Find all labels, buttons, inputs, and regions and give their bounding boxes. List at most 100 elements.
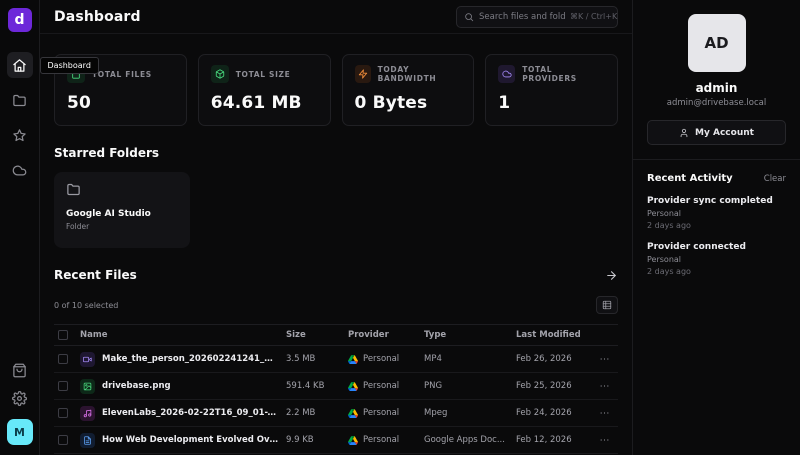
row-actions-icon[interactable]: ⋯ <box>592 435 618 446</box>
file-type: PNG <box>424 381 516 391</box>
table-toolbar: 0 of 10 selected <box>54 296 618 314</box>
drive-provider-icon <box>348 436 358 445</box>
file-name: Make_the_person_202602241241_wkkxb.mp4 <box>102 354 280 364</box>
file-type: Google Apps Doc... <box>424 435 516 445</box>
app-logo: d <box>8 8 32 32</box>
file-size: 591.4 KB <box>286 381 348 391</box>
row-actions-icon[interactable]: ⋯ <box>592 381 618 392</box>
column-header-type[interactable]: Type <box>424 330 516 340</box>
search-bar[interactable]: ⌘K / Ctrl+K <box>456 6 618 28</box>
table-row[interactable]: Make_the_person_202602241241_wkkxb.mp4 3… <box>54 346 618 373</box>
row-checkbox[interactable] <box>58 408 68 418</box>
recent-activity-header: Recent Activity Clear <box>647 173 786 184</box>
provider-name: Personal <box>363 408 399 418</box>
search-icon <box>464 12 474 22</box>
stat-label: TODAY BANDWIDTH <box>378 65 462 83</box>
sidebar-item-files[interactable] <box>7 87 33 113</box>
table-row[interactable]: How Web Development Evolved Over Time 9.… <box>54 427 618 454</box>
stat-cards: TOTAL FILES 50 TOTAL SIZE 64.61 MB <box>54 54 618 126</box>
activity-title-text: Provider connected <box>647 242 786 252</box>
user-icon <box>679 128 689 138</box>
main-area: Dashboard ⌘K / Ctrl+K TOTAL FILES <box>40 0 632 455</box>
file-name: ElevenLabs_2026-02-22T16_09_01-Victoria … <box>102 408 280 418</box>
column-header-size[interactable]: Size <box>286 330 348 340</box>
row-checkbox[interactable] <box>58 354 68 364</box>
doc-file-icon <box>80 433 95 448</box>
home-icon <box>12 58 27 73</box>
box-icon <box>211 65 229 83</box>
app-root: d Dashboard <box>0 0 800 455</box>
stat-label: TOTAL SIZE <box>236 70 291 79</box>
selection-count: 0 of 10 selected <box>54 301 118 310</box>
folder-type: Folder <box>66 222 178 231</box>
search-shortcut: ⌘K / Ctrl+K <box>570 12 617 21</box>
profile-email: admin@drivebase.local <box>667 98 766 108</box>
cloud-icon <box>498 65 515 83</box>
activity-time: 2 days ago <box>647 221 786 230</box>
stat-card-total-providers: TOTAL PROVIDERS 1 <box>485 54 618 126</box>
row-checkbox[interactable] <box>58 435 68 445</box>
row-actions-icon[interactable]: ⋯ <box>592 408 618 419</box>
table-row[interactable]: ElevenLabs_2026-02-22T16_09_01-Victoria … <box>54 400 618 427</box>
last-modified: Feb 24, 2026 <box>516 408 592 418</box>
sidebar-item-dashboard[interactable]: Dashboard <box>7 52 33 78</box>
stat-value: 1 <box>498 93 605 113</box>
cloud-icon <box>12 163 27 178</box>
user-avatar[interactable]: M <box>7 419 33 445</box>
topbar: Dashboard ⌘K / Ctrl+K <box>40 0 632 34</box>
select-all-checkbox[interactable] <box>58 330 68 340</box>
table-header-row: Name Size Provider Type Last Modified <box>54 324 618 346</box>
activity-title-text: Provider sync completed <box>647 196 786 206</box>
starred-folder-card[interactable]: Google AI Studio Folder <box>54 172 190 248</box>
column-header-provider[interactable]: Provider <box>348 330 424 340</box>
column-header-modified[interactable]: Last Modified <box>516 330 592 340</box>
file-name: How Web Development Evolved Over Time <box>102 435 280 445</box>
recent-files-title: Recent Files <box>54 268 137 282</box>
stat-label: TOTAL FILES <box>92 70 152 79</box>
sidebar-item-providers[interactable] <box>7 157 33 183</box>
starred-folders-title: Starred Folders <box>54 146 618 160</box>
row-checkbox[interactable] <box>58 381 68 391</box>
drive-provider-icon <box>348 409 358 418</box>
column-header-name[interactable]: Name <box>80 330 286 340</box>
sidebar-item-starred[interactable] <box>7 122 33 148</box>
sidebar-bottom: M <box>7 363 33 445</box>
provider-name: Personal <box>363 381 399 391</box>
arrow-right-icon[interactable] <box>605 269 618 282</box>
clear-activity-button[interactable]: Clear <box>764 174 786 184</box>
page-title: Dashboard <box>54 9 141 25</box>
file-name: drivebase.png <box>102 381 171 391</box>
profile-name: admin <box>696 81 738 95</box>
panel-divider <box>633 159 800 160</box>
right-panel: AD admin admin@drivebase.local My Accoun… <box>632 0 800 455</box>
profile-section: AD admin admin@drivebase.local My Accoun… <box>647 14 786 145</box>
sidebar: d Dashboard <box>0 0 40 455</box>
my-account-button[interactable]: My Account <box>647 120 786 145</box>
image-file-icon <box>80 379 95 394</box>
recent-files-table: Name Size Provider Type Last Modified <box>54 324 618 454</box>
search-input[interactable] <box>479 12 565 22</box>
stat-card-today-bandwidth: TODAY BANDWIDTH 0 Bytes <box>342 54 475 126</box>
activity-subtitle: Personal <box>647 255 786 264</box>
recent-activity-title: Recent Activity <box>647 173 733 184</box>
file-type: Mpeg <box>424 408 516 418</box>
grid-view-icon[interactable] <box>596 296 618 314</box>
file-size: 3.5 MB <box>286 354 348 364</box>
dashboard-content: TOTAL FILES 50 TOTAL SIZE 64.61 MB <box>40 34 632 455</box>
recent-files-section: Recent Files 0 of 10 selected Name <box>54 268 618 454</box>
video-file-icon <box>80 352 95 367</box>
starred-folders-section: Starred Folders Google AI Studio Folder <box>54 146 618 248</box>
bag-icon[interactable] <box>12 363 27 378</box>
provider-name: Personal <box>363 435 399 445</box>
audio-file-icon <box>80 406 95 421</box>
file-type: MP4 <box>424 354 516 364</box>
activity-subtitle: Personal <box>647 209 786 218</box>
row-actions-icon[interactable]: ⋯ <box>592 354 618 365</box>
stat-value: 50 <box>67 93 174 113</box>
gear-icon[interactable] <box>12 391 27 406</box>
table-row[interactable]: drivebase.png 591.4 KB Personal PNG Feb … <box>54 373 618 400</box>
drive-provider-icon <box>348 355 358 364</box>
stat-value: 64.61 MB <box>211 93 318 113</box>
dashboard-tooltip: Dashboard <box>40 57 99 74</box>
folder-icon <box>66 182 178 197</box>
